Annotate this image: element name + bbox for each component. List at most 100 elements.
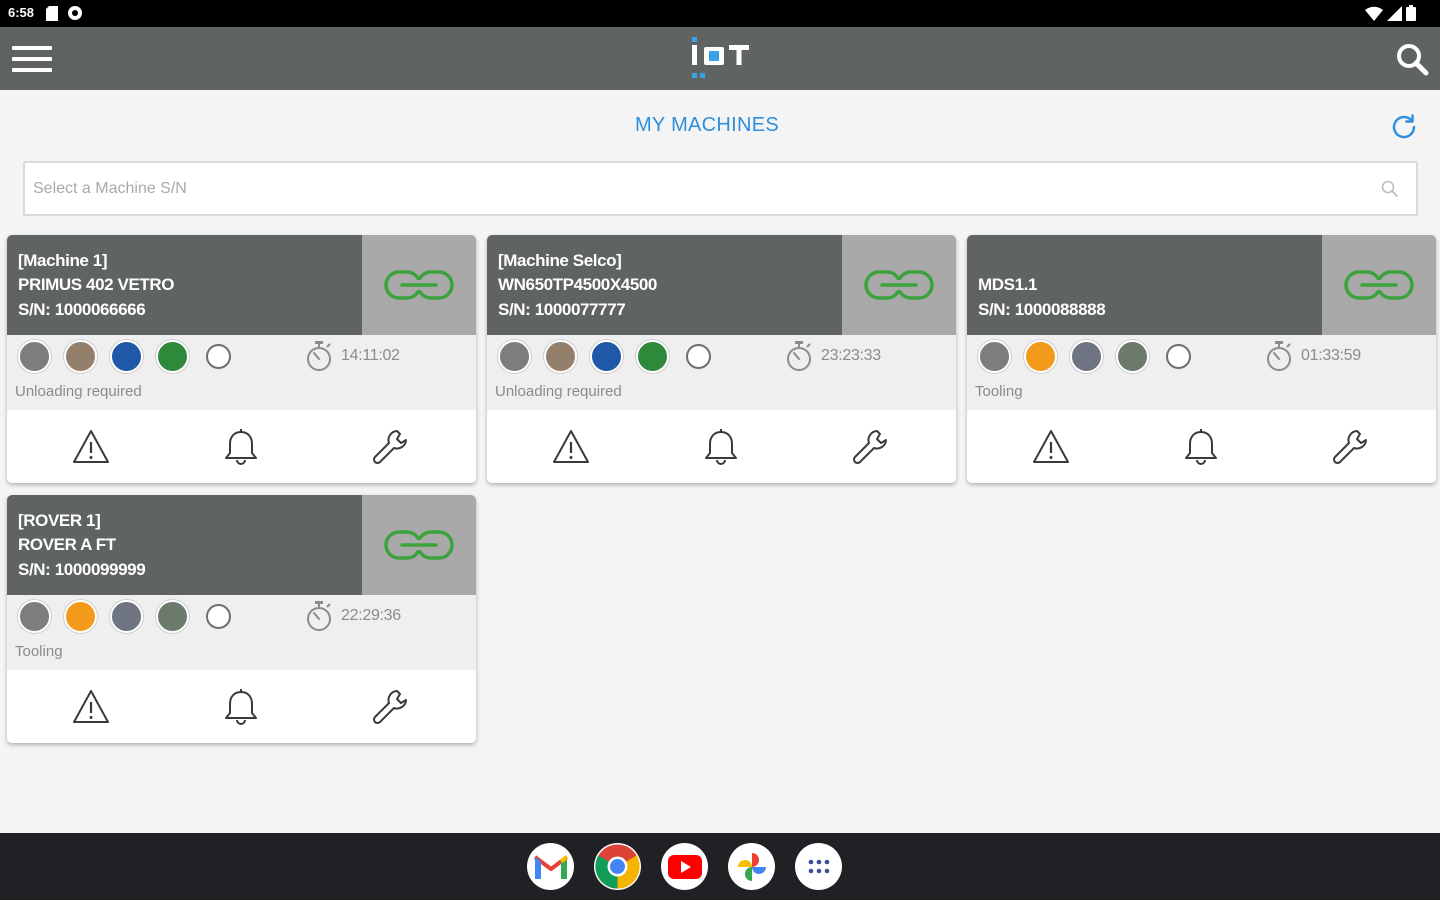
status-lights (18, 340, 235, 373)
machine-connection[interactable] (362, 495, 476, 595)
wrench-icon[interactable] (1331, 427, 1371, 467)
chrome-icon (595, 844, 640, 889)
machine-card[interactable]: MDS1.1 S/N: 1000088888 01:33:59 Tooling (967, 235, 1436, 483)
machine-card-header: [ROVER 1] ROVER A FT S/N: 1000099999 (7, 495, 362, 595)
status-light (110, 340, 143, 373)
machine-timer: 22:29:36 (305, 600, 401, 632)
machine-model: ROVER A FT (18, 535, 116, 554)
status-light (1166, 344, 1191, 369)
youtube-icon (667, 854, 702, 879)
machine-status-panel: 22:29:36 Tooling (7, 595, 476, 670)
timer-value: 01:33:59 (1301, 347, 1361, 364)
status-light (590, 340, 623, 373)
machine-status-panel: 23:23:33 Unloading required (487, 335, 956, 410)
photos-icon (737, 852, 766, 881)
status-light (1024, 340, 1057, 373)
machine-actions (7, 670, 476, 743)
warning-icon[interactable] (1031, 427, 1071, 467)
photos-app[interactable] (728, 843, 775, 890)
timer-value: 14:11:02 (341, 347, 400, 364)
status-light (1116, 340, 1149, 373)
timer-value: 23:23:33 (821, 347, 881, 364)
app-logo (689, 35, 753, 85)
machine-search-box (23, 161, 1418, 216)
machine-card[interactable]: [Machine 1] PRIMUS 402 VETRO S/N: 100006… (7, 235, 476, 483)
status-lights (978, 340, 1195, 373)
machine-connection[interactable] (1322, 235, 1436, 335)
status-lights (18, 600, 235, 633)
status-light (544, 340, 577, 373)
machine-serial: S/N: 1000066666 (18, 299, 146, 319)
warning-icon[interactable] (71, 687, 111, 727)
machine-timer: 01:33:59 (1265, 340, 1361, 372)
bell-icon[interactable] (221, 427, 261, 467)
bell-icon[interactable] (701, 427, 741, 467)
menu-icon[interactable] (12, 44, 52, 74)
stopwatch-icon (787, 341, 811, 371)
machine-serial: S/N: 1000077777 (498, 299, 626, 319)
gmail-icon (533, 854, 568, 879)
warning-icon[interactable] (551, 427, 591, 467)
status-light (206, 604, 231, 629)
machine-connection[interactable] (362, 235, 476, 335)
status-light (636, 340, 669, 373)
machine-label: [Machine Selco] (498, 250, 622, 270)
status-light (686, 344, 711, 369)
machine-actions (487, 410, 956, 483)
gmail-app[interactable] (527, 843, 574, 890)
warning-icon[interactable] (71, 427, 111, 467)
machine-status-panel: 14:11:02 Unloading required (7, 335, 476, 410)
machine-label: [ROVER 1] (18, 510, 101, 530)
chrome-app[interactable] (594, 843, 641, 890)
link-icon (384, 530, 454, 560)
iot-logo-icon (692, 37, 749, 78)
status-light (978, 340, 1011, 373)
machine-model: PRIMUS 402 VETRO (18, 275, 175, 294)
sync-icon (68, 6, 82, 20)
machine-sn-input[interactable] (33, 171, 1363, 207)
machine-serial: S/N: 1000088888 (978, 299, 1106, 319)
search-icon[interactable] (1394, 41, 1430, 77)
status-light (206, 344, 231, 369)
status-light (498, 340, 531, 373)
stopwatch-icon (307, 601, 331, 631)
machine-actions (967, 410, 1436, 483)
status-light (64, 600, 97, 633)
machine-timer: 14:11:02 (305, 340, 400, 372)
machine-card[interactable]: [ROVER 1] ROVER A FT S/N: 1000099999 22:… (7, 495, 476, 743)
wrench-icon[interactable] (851, 427, 891, 467)
wrench-icon[interactable] (371, 687, 411, 727)
machine-status-text: Unloading required (495, 383, 622, 400)
machine-model: WN650TP4500X4500 (498, 275, 657, 294)
machine-card-header: [Machine 1] PRIMUS 402 VETRO S/N: 100006… (7, 235, 362, 335)
machine-status-text: Unloading required (15, 383, 142, 400)
status-lights (498, 340, 715, 373)
machine-model: MDS1.1 (978, 275, 1038, 294)
link-icon (1344, 270, 1414, 300)
search-field-icon (1381, 180, 1398, 197)
status-light (156, 340, 189, 373)
machine-card-header: [Machine Selco] WN650TP4500X4500 S/N: 10… (487, 235, 842, 335)
machine-card-header: MDS1.1 S/N: 1000088888 (967, 235, 1322, 335)
status-light (1070, 340, 1103, 373)
machine-actions (7, 410, 476, 483)
stopwatch-icon (1267, 341, 1291, 371)
bell-icon[interactable] (1181, 427, 1221, 467)
title-row: MY MACHINES (0, 90, 1440, 160)
wrench-icon[interactable] (371, 427, 411, 467)
link-icon (384, 270, 454, 300)
app-drawer-icon (808, 859, 829, 873)
status-light (64, 340, 97, 373)
page-title: MY MACHINES (634, 114, 780, 136)
machine-serial: S/N: 1000099999 (18, 559, 146, 579)
machine-card[interactable]: [Machine Selco] WN650TP4500X4500 S/N: 10… (487, 235, 956, 483)
refresh-icon[interactable] (1388, 111, 1420, 143)
app-drawer[interactable] (795, 843, 842, 890)
status-bar: 6:58 (0, 0, 1440, 27)
bell-icon[interactable] (221, 687, 261, 727)
machine-label: [Machine 1] (18, 250, 108, 270)
machine-status-text: Tooling (15, 643, 63, 660)
machine-connection[interactable] (842, 235, 956, 335)
youtube-app[interactable] (661, 843, 708, 890)
status-light (156, 600, 189, 633)
